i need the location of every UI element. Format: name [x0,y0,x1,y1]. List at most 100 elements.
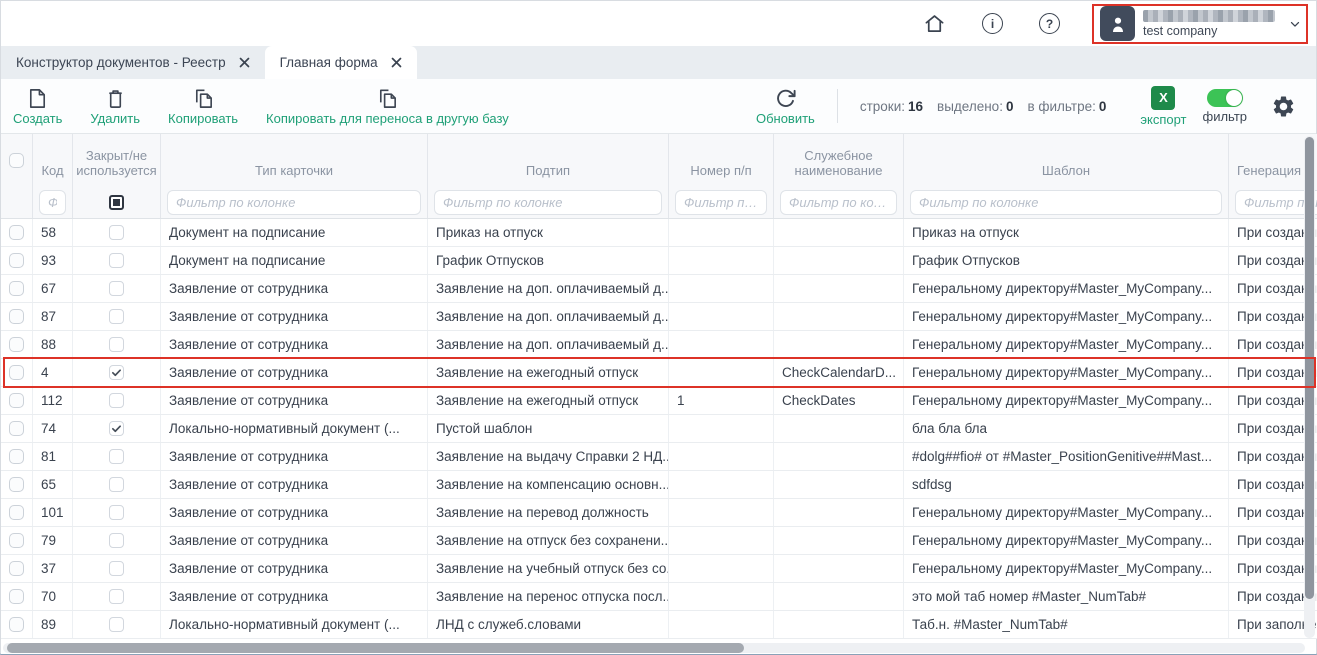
closed-filter-indeterminate-checkbox[interactable] [109,195,124,210]
cell-template: Генеральному директору#Master_MyCompany.… [904,499,1229,526]
cell-closed [73,415,161,442]
closed-checkbox[interactable] [109,421,124,436]
cell-template: Генеральному директору#Master_MyCompany.… [904,359,1229,386]
table-row[interactable]: 67Заявление от сотрудникаЗаявление на до… [1,275,1317,303]
filter-toggle-control[interactable]: фильтр [1203,89,1247,124]
settings-button[interactable] [1271,94,1296,119]
row-select-checkbox[interactable] [9,477,24,492]
copy-button[interactable]: Копировать [168,87,238,126]
table-row[interactable]: 89Локально-нормативный документ (...ЛНД … [1,611,1317,639]
table-row[interactable]: 88Заявление от сотрудникаЗаявление на до… [1,331,1317,359]
select-all-checkbox[interactable] [9,153,24,168]
filter-input-subtype[interactable] [434,190,662,215]
filter-input-template[interactable] [910,190,1222,215]
gear-icon [1271,94,1296,119]
copy-to-other-db-button[interactable]: Копировать для переноса в другую базу [266,87,509,126]
vertical-scrollbar[interactable] [1304,136,1315,638]
column-header-service[interactable]: Служебное наименование [774,134,904,186]
horizontal-scrollbar[interactable] [3,643,1305,653]
closed-checkbox[interactable] [109,309,124,324]
table-row[interactable]: 58Документ на подписаниеПриказ на отпуск… [1,219,1317,247]
refresh-icon [774,87,797,110]
cell-subtype: График Отпусков [428,247,669,274]
filter-input-kod[interactable] [39,190,66,215]
cell-select [1,527,33,554]
row-select-checkbox[interactable] [9,617,24,632]
table-row[interactable]: 37Заявление от сотрудникаЗаявление на уч… [1,555,1317,583]
table-row[interactable]: 74Локально-нормативный документ (...Пуст… [1,415,1317,443]
cell-select [1,583,33,610]
closed-checkbox[interactable] [109,281,124,296]
column-header-kod[interactable]: Код [33,134,73,186]
home-button[interactable] [923,12,946,35]
filter-input-type[interactable] [167,190,421,215]
closed-checkbox[interactable] [109,617,124,632]
cell-num [669,583,774,610]
cell-type: Заявление от сотрудника [161,443,428,470]
help-button[interactable]: ? [1039,13,1060,34]
closed-checkbox[interactable] [109,477,124,492]
row-select-checkbox[interactable] [9,281,24,296]
account-menu[interactable]: test company [1096,5,1306,43]
export-excel-button[interactable]: X экспорт [1140,86,1186,127]
vertical-scrollbar-thumb[interactable] [1305,137,1314,599]
row-select-checkbox[interactable] [9,337,24,352]
tab-close-icon[interactable] [391,57,402,68]
tab-close-icon[interactable] [239,57,250,68]
row-select-checkbox[interactable] [9,449,24,464]
cell-service [774,499,904,526]
row-select-checkbox[interactable] [9,225,24,240]
cell-template: Приказ на отпуск [904,219,1229,246]
row-select-checkbox[interactable] [9,589,24,604]
cell-template: Генеральному директору#Master_MyCompany.… [904,387,1229,414]
closed-checkbox[interactable] [109,561,124,576]
row-select-checkbox[interactable] [9,365,24,380]
tab-main-form[interactable]: Главная форма [265,46,417,79]
create-button[interactable]: Создать [13,87,62,126]
column-header-num[interactable]: Номер п/п [669,134,774,186]
column-header-template[interactable]: Шаблон [904,134,1229,186]
closed-checkbox[interactable] [109,253,124,268]
column-header-subtype[interactable]: Подтип [428,134,669,186]
horizontal-scrollbar-thumb[interactable] [7,643,744,653]
row-select-checkbox[interactable] [9,505,24,520]
row-select-checkbox[interactable] [9,393,24,408]
cell-kod: 74 [33,415,73,442]
row-select-checkbox[interactable] [9,533,24,548]
closed-checkbox[interactable] [109,505,124,520]
table-row[interactable]: 79Заявление от сотрудникаЗаявление на от… [1,527,1317,555]
row-select-checkbox[interactable] [9,253,24,268]
closed-checkbox[interactable] [109,533,124,548]
table-row[interactable]: 101Заявление от сотрудникаЗаявление на п… [1,499,1317,527]
table-row[interactable]: 112Заявление от сотрудникаЗаявление на е… [1,387,1317,415]
closed-checkbox[interactable] [109,225,124,240]
column-header-closed[interactable]: Закрыт/не используется [73,134,161,186]
cell-closed [73,443,161,470]
closed-checkbox[interactable] [109,589,124,604]
cell-template: sdfdsg [904,471,1229,498]
tab-document-constructor-registry[interactable]: Конструктор документов - Реестр [1,46,265,79]
column-header-type[interactable]: Тип карточки [161,134,428,186]
info-icon: i [982,13,1003,34]
table-row[interactable]: 87Заявление от сотрудникаЗаявление на до… [1,303,1317,331]
row-select-checkbox[interactable] [9,561,24,576]
closed-checkbox[interactable] [109,393,124,408]
info-button[interactable]: i [982,13,1003,34]
closed-checkbox[interactable] [109,337,124,352]
delete-button[interactable]: Удалить [90,87,140,126]
table-row[interactable]: 4Заявление от сотрудникаЗаявление на еже… [1,359,1317,387]
closed-checkbox[interactable] [109,365,124,380]
filter-input-service[interactable] [780,190,897,215]
cell-closed [73,359,161,386]
filter-input-num[interactable] [675,190,767,215]
row-select-checkbox[interactable] [9,421,24,436]
table-row[interactable]: 81Заявление от сотрудникаЗаявление на вы… [1,443,1317,471]
closed-checkbox[interactable] [109,449,124,464]
table-row[interactable]: 70Заявление от сотрудникаЗаявление на пе… [1,583,1317,611]
row-select-checkbox[interactable] [9,309,24,324]
table-row[interactable]: 65Заявление от сотрудникаЗаявление на ко… [1,471,1317,499]
cell-subtype: Заявление на учебный отпуск без со... [428,555,669,582]
refresh-button[interactable]: Обновить [756,87,815,126]
filter-toggle[interactable] [1207,89,1243,107]
table-row[interactable]: 93Документ на подписаниеГрафик ОтпусковГ… [1,247,1317,275]
